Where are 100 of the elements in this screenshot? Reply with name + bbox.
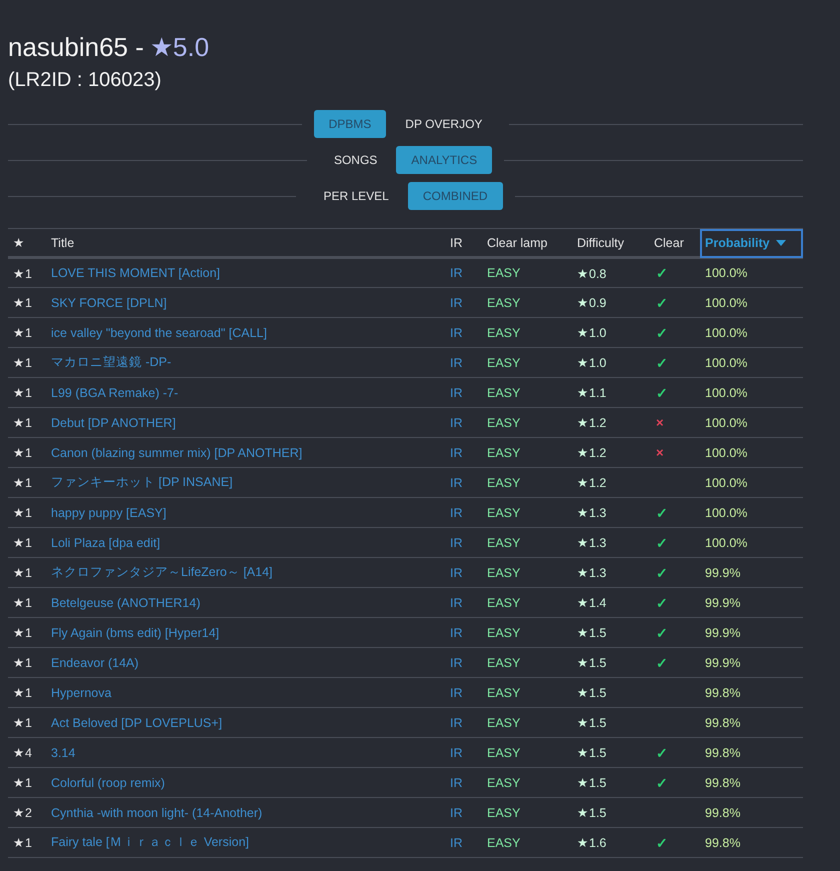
clear-lamp-cell: EASY <box>482 288 572 318</box>
ir-link[interactable]: IR <box>450 446 462 460</box>
probability-cell: 100.0% <box>700 348 803 378</box>
toggle-option[interactable]: ANALYTICS <box>396 146 492 174</box>
ir-link[interactable]: IR <box>450 536 462 550</box>
column-header[interactable]: Probability <box>700 228 803 258</box>
difficulty-cell: ★0.8 <box>572 258 649 288</box>
player-name: nasubin65 - <box>8 32 144 63</box>
column-header[interactable]: Clear <box>649 228 700 258</box>
song-title-link[interactable]: Colorful (roop remix) <box>51 776 165 790</box>
ir-link[interactable]: IR <box>450 296 462 310</box>
column-header[interactable]: Title <box>46 228 445 258</box>
clear-lamp-cell: EASY <box>482 768 572 798</box>
clear-lamp-cell: EASY <box>482 798 572 828</box>
check-mark: ✓ <box>655 744 668 760</box>
difficulty-cell: ★1.5 <box>572 798 649 828</box>
clear-lamp-cell: EASY <box>482 318 572 348</box>
song-title-link[interactable]: Fairy tale [Ｍｉｒａｃｌｅ Version] <box>51 835 249 849</box>
song-title-link[interactable]: Canon (blazing summer mix) [DP ANOTHER] <box>51 446 302 460</box>
ir-link[interactable]: IR <box>450 356 462 370</box>
song-title-link[interactable]: ファンキーホット [DP INSANE] <box>51 475 233 489</box>
toggle-option[interactable]: SONGS <box>318 146 392 174</box>
song-title-link[interactable]: happy puppy [EASY] <box>51 506 166 520</box>
toggle-option[interactable]: DP OVERJOY <box>390 110 498 138</box>
ir-link[interactable]: IR <box>450 326 462 340</box>
song-title-link[interactable]: LOVE THIS MOMENT [Action] <box>51 266 220 280</box>
ir-link[interactable]: IR <box>450 596 462 610</box>
ir-link[interactable]: IR <box>450 386 462 400</box>
ir-link[interactable]: IR <box>450 266 462 280</box>
song-title-link[interactable]: Loli Plaza [dpa edit] <box>51 536 160 550</box>
clear-lamp-cell: EASY <box>482 708 572 738</box>
level-cell: ★1 <box>8 708 46 738</box>
ir-link[interactable]: IR <box>450 476 462 490</box>
column-header[interactable]: ★ <box>8 228 46 258</box>
column-header[interactable]: Difficulty <box>572 228 649 258</box>
probability-cell: 99.8% <box>700 678 803 708</box>
ir-link[interactable]: IR <box>450 416 462 430</box>
song-title-link[interactable]: Debut [DP ANOTHER] <box>51 416 176 430</box>
ir-link[interactable]: IR <box>450 656 462 670</box>
difficulty-cell: ★1.1 <box>572 378 649 408</box>
level-cell: ★1 <box>8 348 46 378</box>
clear-lamp-cell: EASY <box>482 648 572 678</box>
clear-lamp-cell: EASY <box>482 438 572 468</box>
ir-link[interactable]: IR <box>450 776 462 790</box>
column-header[interactable]: Clear lamp <box>482 228 572 258</box>
ir-link[interactable]: IR <box>450 746 462 760</box>
ir-link[interactable]: IR <box>450 806 462 820</box>
level-cell: ★1 <box>8 528 46 558</box>
check-mark: ✓ <box>655 265 668 281</box>
song-title-link[interactable]: Endeavor (14A) <box>51 656 139 670</box>
song-title-link[interactable]: Fly Again (bms edit) [Hyper14] <box>51 626 220 640</box>
check-mark: ✓ <box>655 294 668 310</box>
level-cell: ★1 <box>8 258 46 288</box>
clear-lamp-cell: EASY <box>482 588 572 618</box>
ir-link[interactable]: IR <box>450 566 462 580</box>
ir-link[interactable]: IR <box>450 686 462 700</box>
ir-link[interactable]: IR <box>450 836 462 850</box>
toggle-option[interactable]: DPBMS <box>314 110 386 138</box>
song-title-link[interactable]: Hypernova <box>51 686 112 700</box>
clear-lamp-cell: EASY <box>482 828 572 858</box>
column-header[interactable]: IR <box>445 228 482 258</box>
level-cell: ★1 <box>8 498 46 528</box>
ir-link[interactable]: IR <box>450 626 462 640</box>
player-rating: ★5.0 <box>150 32 210 63</box>
song-title-link[interactable]: Betelgeuse (ANOTHER14) <box>51 596 200 610</box>
level-cell: ★1 <box>8 438 46 468</box>
probability-cell: 100.0% <box>700 288 803 318</box>
difficulty-cell: ★1.5 <box>572 738 649 768</box>
song-title-link[interactable]: ice valley "beyond the searoad" [CALL] <box>51 326 267 340</box>
check-mark: ✓ <box>655 534 668 550</box>
difficulty-cell: ★1.0 <box>572 318 649 348</box>
song-title-link[interactable]: SKY FORCE [DPLN] <box>51 296 167 310</box>
song-title-link[interactable]: Cynthia -with moon light- (14-Another) <box>51 806 262 820</box>
cross-mark: × <box>655 445 664 460</box>
check-mark: ✓ <box>655 504 668 520</box>
check-mark: ✓ <box>655 624 668 640</box>
probability-cell: 99.9% <box>700 558 803 588</box>
probability-cell: 99.8% <box>700 738 803 768</box>
toggle-option[interactable]: PER LEVEL <box>308 182 404 210</box>
song-title-link[interactable]: 3.14 <box>51 746 76 760</box>
song-title-link[interactable]: ネクロファンタジア～LifeZero～ [A14] <box>51 565 273 579</box>
probability-cell: 99.9% <box>700 648 803 678</box>
difficulty-cell: ★1.5 <box>572 618 649 648</box>
song-title-link[interactable]: L99 (BGA Remake) -7- <box>51 386 178 400</box>
clear-lamp-cell: EASY <box>482 618 572 648</box>
song-title-link[interactable]: マカロニ望遠鏡 -DP- <box>51 355 172 369</box>
probability-cell: 100.0% <box>700 318 803 348</box>
level-cell: ★1 <box>8 678 46 708</box>
check-mark: ✓ <box>655 564 668 580</box>
probability-cell: 99.8% <box>700 798 803 828</box>
clear-lamp-cell: EASY <box>482 678 572 708</box>
clear-lamp-cell: EASY <box>482 528 572 558</box>
player-id: (LR2ID : 106023) <box>8 69 162 92</box>
difficulty-cell: ★1.5 <box>572 768 649 798</box>
probability-cell: 100.0% <box>700 408 803 438</box>
clear-lamp-cell: EASY <box>482 408 572 438</box>
ir-link[interactable]: IR <box>450 506 462 520</box>
toggle-option[interactable]: COMBINED <box>408 182 503 210</box>
ir-link[interactable]: IR <box>450 716 462 730</box>
song-title-link[interactable]: Act Beloved [DP LOVEPLUS+] <box>51 716 222 730</box>
